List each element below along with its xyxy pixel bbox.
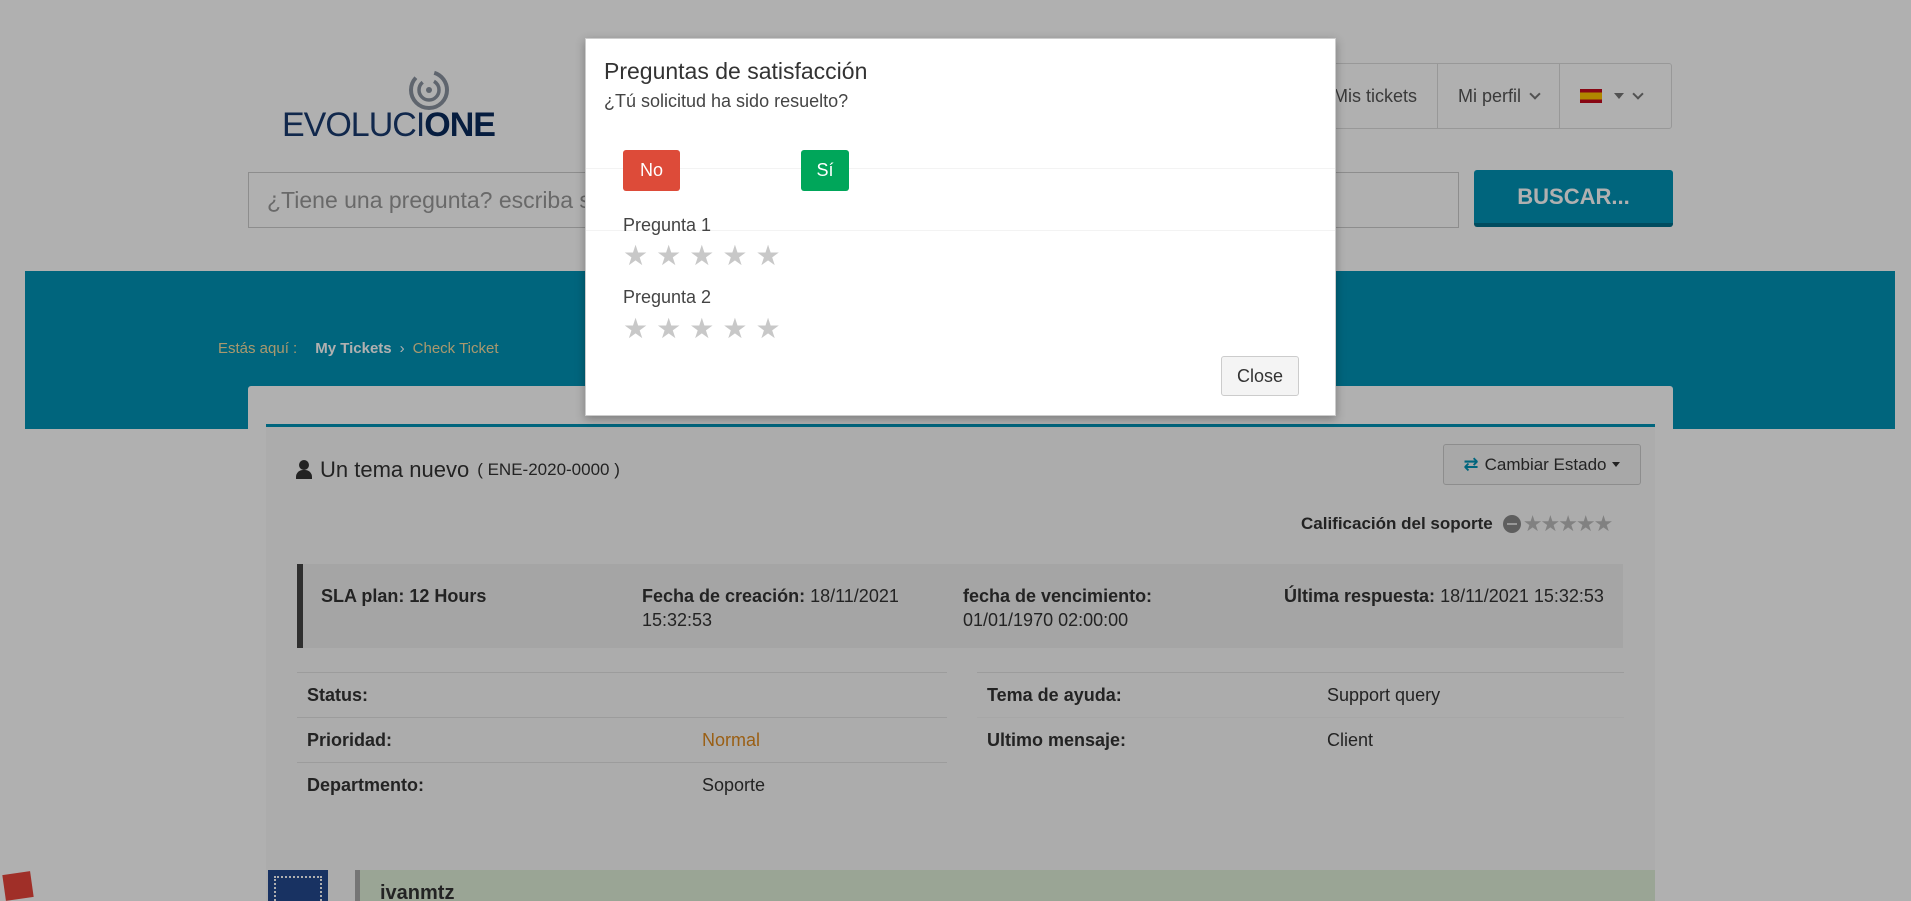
- star-icon[interactable]: ★: [755, 242, 780, 270]
- question-2-label: Pregunta 2: [623, 287, 712, 307]
- close-button[interactable]: Close: [1221, 356, 1299, 396]
- modal-subtitle: ¿Tú solicitud ha sido resuelto?: [604, 91, 849, 111]
- yes-button[interactable]: Sí: [801, 150, 849, 191]
- star-icon[interactable]: ★: [623, 315, 648, 343]
- no-button[interactable]: No: [623, 150, 680, 191]
- divider: [586, 168, 1335, 169]
- star-icon[interactable]: ★: [722, 242, 747, 270]
- star-icon[interactable]: ★: [689, 242, 714, 270]
- question-2-rating: ★ ★ ★ ★ ★: [623, 315, 781, 343]
- satisfaction-modal: Preguntas de satisfacción ¿Tú solicitud …: [585, 38, 1336, 416]
- star-icon[interactable]: ★: [656, 315, 681, 343]
- star-icon[interactable]: ★: [656, 242, 681, 270]
- star-icon[interactable]: ★: [722, 315, 747, 343]
- star-icon[interactable]: ★: [755, 315, 780, 343]
- modal-title: Preguntas de satisfacción: [604, 58, 868, 84]
- question-1-label: Pregunta 1: [623, 215, 712, 235]
- star-icon[interactable]: ★: [689, 315, 714, 343]
- star-icon[interactable]: ★: [623, 242, 648, 270]
- question-1-rating: ★ ★ ★ ★ ★: [623, 242, 781, 270]
